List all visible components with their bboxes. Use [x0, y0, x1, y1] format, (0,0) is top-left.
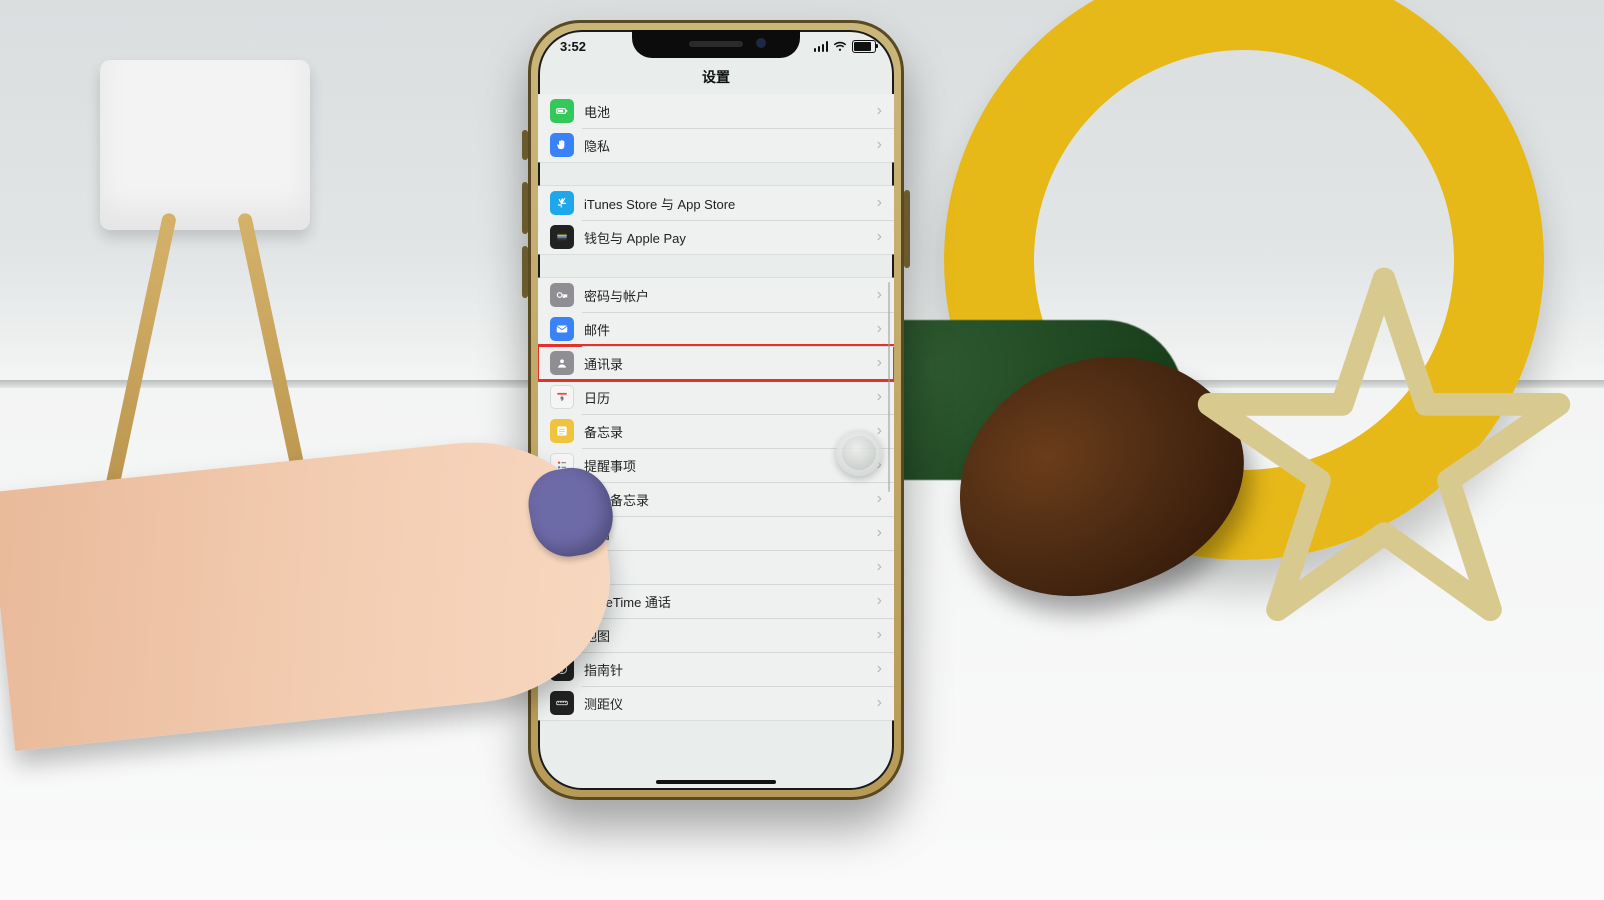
plant-stand — [70, 60, 350, 460]
settings-row-label: 钱包与 Apple Pay — [584, 228, 877, 247]
chevron-right-icon: › — [877, 695, 882, 711]
settings-row-label: 测距仪 — [584, 694, 877, 713]
settings-row-label: 指南针 — [584, 660, 877, 679]
chevron-right-icon: › — [877, 287, 882, 303]
phone-screen: 3:52 设置 电池›隐私›iTunes Store 与 App Store›钱… — [538, 30, 894, 790]
settings-group: iTunes Store 与 App Store›钱包与 Apple Pay› — [538, 186, 894, 254]
measure-icon — [550, 691, 574, 715]
settings-row-label: 提醒事项 — [584, 456, 877, 475]
settings-row-itunes[interactable]: iTunes Store 与 App Store› — [538, 186, 894, 220]
chevron-right-icon: › — [877, 195, 882, 211]
home-indicator[interactable] — [656, 780, 776, 784]
settings-row-label: 信息 — [584, 558, 877, 577]
key-icon — [550, 283, 574, 307]
settings-row-passwords[interactable]: 密码与帐户› — [538, 278, 894, 312]
cellular-signal-icon — [814, 41, 829, 52]
settings-row-label: FaceTime 通话 — [584, 592, 877, 611]
chevron-right-icon: › — [877, 525, 882, 541]
notes-icon — [550, 419, 574, 443]
notch — [632, 30, 800, 58]
settings-row-label: 通讯录 — [584, 354, 877, 373]
settings-row-label: 日历 — [584, 388, 877, 407]
mute-switch — [522, 130, 528, 160]
hand-icon — [550, 133, 574, 157]
chevron-right-icon: › — [877, 321, 882, 337]
status-time: 3:52 — [560, 39, 586, 54]
settings-row-label: 密码与帐户 — [584, 286, 877, 305]
navbar: 设置 — [538, 60, 894, 94]
star-ornament — [1194, 260, 1574, 640]
settings-row-label: 电话 — [584, 524, 877, 543]
appstore-icon — [550, 191, 574, 215]
chevron-right-icon: › — [877, 389, 882, 405]
chevron-right-icon: › — [877, 229, 882, 245]
chevron-right-icon: › — [877, 627, 882, 643]
settings-row-label: 语音备忘录 — [584, 490, 877, 509]
chevron-right-icon: › — [877, 355, 882, 371]
settings-row-label: 邮件 — [584, 320, 877, 339]
scroll-indicator — [888, 282, 891, 492]
photo-scene: 3:52 设置 电池›隐私›iTunes Store 与 App Store›钱… — [0, 0, 1604, 900]
chevron-right-icon: › — [877, 491, 882, 507]
planter-cup — [100, 60, 310, 230]
settings-row-label: 隐私 — [584, 136, 877, 155]
volume-up-button — [522, 182, 528, 234]
mail-icon — [550, 317, 574, 341]
settings-row-privacy[interactable]: 隐私› — [538, 128, 894, 162]
battery-icon — [852, 40, 876, 53]
settings-row-contacts[interactable]: 通讯录› — [538, 346, 894, 380]
chevron-right-icon: › — [877, 423, 882, 439]
settings-row-label: iTunes Store 与 App Store — [584, 194, 877, 213]
settings-row-label: 备忘录 — [584, 422, 877, 441]
settings-row-measure[interactable]: 测距仪› — [538, 686, 894, 720]
settings-row-calendar[interactable]: 9 日历› — [538, 380, 894, 414]
assistive-touch-button[interactable] — [836, 430, 882, 476]
calendar-icon: 9 — [550, 385, 574, 409]
svg-text:9: 9 — [560, 397, 564, 403]
contacts-icon — [550, 351, 574, 375]
settings-row-label: 电池 — [584, 102, 877, 121]
settings-row-label: 地图 — [584, 626, 877, 645]
chevron-right-icon: › — [877, 661, 882, 677]
volume-down-button — [522, 246, 528, 298]
chevron-right-icon: › — [877, 137, 882, 153]
chevron-right-icon: › — [877, 593, 882, 609]
settings-group: 电池›隐私› — [538, 94, 894, 162]
settings-row-wallet[interactable]: 钱包与 Apple Pay› — [538, 220, 894, 254]
iphone-device: 3:52 设置 电池›隐私›iTunes Store 与 App Store›钱… — [528, 20, 904, 800]
side-button — [904, 190, 910, 268]
page-title: 设置 — [702, 67, 730, 87]
settings-row-compass[interactable]: 指南针› — [538, 652, 894, 686]
battery-icon — [550, 99, 574, 123]
wallet-icon — [550, 225, 574, 249]
settings-row-mail[interactable]: 邮件› — [538, 312, 894, 346]
settings-row-battery[interactable]: 电池› — [538, 94, 894, 128]
chevron-right-icon: › — [877, 103, 882, 119]
wifi-icon — [833, 41, 847, 52]
chevron-right-icon: › — [877, 559, 882, 575]
